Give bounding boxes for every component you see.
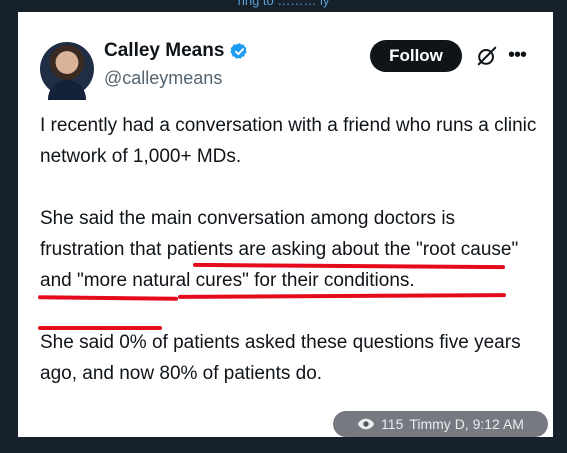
previous-message-text: ring to ……… ly: [237, 0, 330, 8]
paragraph-2-end: .: [409, 270, 415, 291]
paragraph-2: She said the main conversation among doc…: [40, 203, 540, 296]
tweet-screenshot-card[interactable]: Calley Means @calleymeans Follow ••• I r…: [18, 12, 553, 437]
more-options-icon[interactable]: •••: [508, 44, 527, 67]
paragraph-3: She said 0% of patients asked these ques…: [40, 332, 521, 384]
grok-icon[interactable]: [476, 45, 498, 67]
author-handle[interactable]: @calleymeans: [104, 68, 222, 89]
paragraph-1: I recently had a conversation with a fri…: [40, 115, 537, 167]
verified-badge-icon: [230, 42, 248, 59]
follow-button[interactable]: Follow: [370, 40, 462, 72]
avatar-shoulders: [48, 80, 86, 100]
message-meta-badge: 115 Timmy D, 9:12 AM: [333, 411, 548, 437]
previous-message-sliver: ring to ……… ly: [0, 0, 567, 10]
tweet-body: I recently had a conversation with a fri…: [40, 110, 540, 389]
avatar[interactable]: [40, 42, 94, 100]
eye-icon: [357, 418, 375, 430]
annotation-underline-4: [38, 326, 162, 330]
author-and-time: Timmy D, 9:12 AM: [409, 416, 524, 432]
view-count: 115: [381, 416, 404, 432]
author-name-row: Calley Means: [104, 40, 249, 62]
author-name[interactable]: Calley Means: [104, 40, 224, 62]
